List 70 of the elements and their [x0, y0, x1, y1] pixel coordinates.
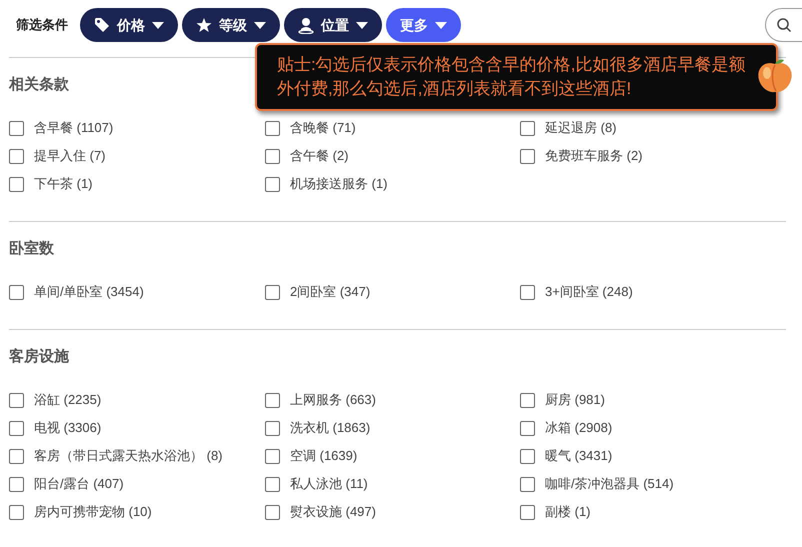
- tooltip: 贴士:勾选后仅表示价格包含含早的价格,比如很多酒店早餐是额外付费,那么勾选后,酒店列表就看不到这些酒店!: [255, 43, 778, 111]
- option-label[interactable]: 上网服务 (663): [290, 390, 376, 410]
- option-label[interactable]: 熨衣设施 (497): [290, 502, 376, 522]
- option-label[interactable]: 电视 (3306): [34, 418, 102, 438]
- caret-icon: [254, 22, 266, 28]
- option-label[interactable]: 暖气 (3431): [545, 446, 612, 466]
- option-label[interactable]: 冰箱 (2908): [545, 418, 612, 438]
- checkbox[interactable]: [9, 284, 24, 300]
- section-heading: 客房设施: [9, 347, 69, 367]
- checkbox[interactable]: [520, 148, 535, 164]
- option-label[interactable]: 3+间卧室 (248): [545, 282, 633, 302]
- filter-label: 筛选条件: [16, 16, 68, 34]
- option-label[interactable]: 2间卧室 (347): [290, 282, 370, 302]
- option-label[interactable]: 客房（带日式露天热水浴池） (8): [34, 446, 222, 466]
- option-label[interactable]: 房内可携带宠物 (10): [34, 502, 152, 522]
- search-field[interactable]: [765, 8, 802, 42]
- option-label[interactable]: 含晚餐 (71): [290, 118, 356, 138]
- option-label[interactable]: 浴缸 (2235): [34, 390, 102, 410]
- checkbox[interactable]: [9, 448, 24, 464]
- checkbox[interactable]: [9, 476, 24, 492]
- checkbox[interactable]: [520, 476, 535, 492]
- person-pin-icon: [298, 16, 314, 34]
- option-label[interactable]: 免费班车服务 (2): [545, 146, 642, 166]
- option-label[interactable]: 阳台/露台 (407): [34, 474, 124, 494]
- section-heading: 卧室数: [9, 238, 54, 259]
- tag-icon: [94, 17, 110, 33]
- option-label[interactable]: 私人泳池 (11): [290, 474, 368, 494]
- checkbox[interactable]: [9, 504, 24, 520]
- caret-icon: [152, 22, 164, 28]
- checkbox[interactable]: [265, 120, 280, 136]
- checkbox[interactable]: [9, 148, 24, 164]
- option-label[interactable]: 提早入住 (7): [34, 146, 106, 166]
- filter-dropdown[interactable]: 价格: [80, 8, 178, 42]
- checkbox[interactable]: [9, 120, 24, 136]
- checkbox[interactable]: [265, 504, 280, 520]
- option-label[interactable]: 延迟退房 (8): [545, 118, 616, 138]
- checkbox[interactable]: [9, 176, 24, 192]
- filter-dropdown[interactable]: 等级: [182, 8, 280, 42]
- option-label[interactable]: 空调 (1639): [290, 446, 358, 466]
- checkbox[interactable]: [9, 420, 24, 436]
- checkbox[interactable]: [520, 284, 535, 300]
- option-label[interactable]: 副楼 (1): [545, 502, 590, 522]
- checkbox[interactable]: [9, 392, 24, 408]
- option-label[interactable]: 含早餐 (1107): [34, 118, 114, 138]
- option-label[interactable]: 机场接送服务 (1): [290, 174, 388, 194]
- search-icon: [776, 17, 792, 33]
- caret-icon: [356, 22, 368, 28]
- checkbox[interactable]: [265, 392, 280, 408]
- checkbox[interactable]: [265, 176, 280, 192]
- option-label[interactable]: 下午茶 (1): [34, 174, 92, 194]
- option-label[interactable]: 咖啡/茶冲泡器具 (514): [545, 474, 674, 494]
- checkbox[interactable]: [520, 120, 535, 136]
- checkbox[interactable]: [265, 148, 280, 164]
- star-icon: [196, 17, 212, 33]
- option-label[interactable]: 含午餐 (2): [290, 146, 348, 166]
- filter-dropdown[interactable]: 位置: [284, 8, 382, 42]
- option-label[interactable]: 厨房 (981): [545, 390, 605, 410]
- checkbox[interactable]: [520, 392, 535, 408]
- section-heading: 相关条款: [9, 75, 69, 95]
- checkbox[interactable]: [520, 504, 535, 520]
- caret-icon: [435, 22, 447, 28]
- checkbox[interactable]: [265, 448, 280, 464]
- checkbox[interactable]: [520, 448, 535, 464]
- checkbox[interactable]: [265, 420, 280, 436]
- option-label[interactable]: 洗衣机 (1863): [290, 418, 370, 438]
- filter-dropdown[interactable]: 更多: [386, 8, 461, 42]
- checkbox[interactable]: [520, 420, 535, 436]
- checkbox[interactable]: [265, 284, 280, 300]
- option-label[interactable]: 单间/单卧室 (3454): [34, 282, 144, 302]
- checkbox[interactable]: [265, 476, 280, 492]
